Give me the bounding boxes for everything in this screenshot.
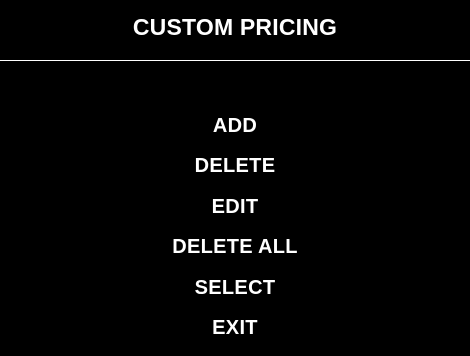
menu-item-exit[interactable]: EXIT (0, 316, 470, 356)
page-title: CUSTOM PRICING (132, 14, 338, 40)
menu-item-add[interactable]: ADD (0, 114, 470, 154)
menu-item-delete-all[interactable]: DELETE ALL (0, 235, 470, 275)
menu-item-select[interactable]: SELECT (0, 276, 470, 316)
menu-item-delete[interactable]: DELETE (0, 154, 470, 194)
custom-pricing-screen: CUSTOM PRICING ADD DELETE EDIT DELETE AL… (0, 0, 470, 354)
title-divider (0, 60, 470, 61)
menu-item-edit[interactable]: EDIT (0, 195, 470, 235)
menu-list: ADD DELETE EDIT DELETE ALL SELECT EXIT (0, 114, 470, 356)
